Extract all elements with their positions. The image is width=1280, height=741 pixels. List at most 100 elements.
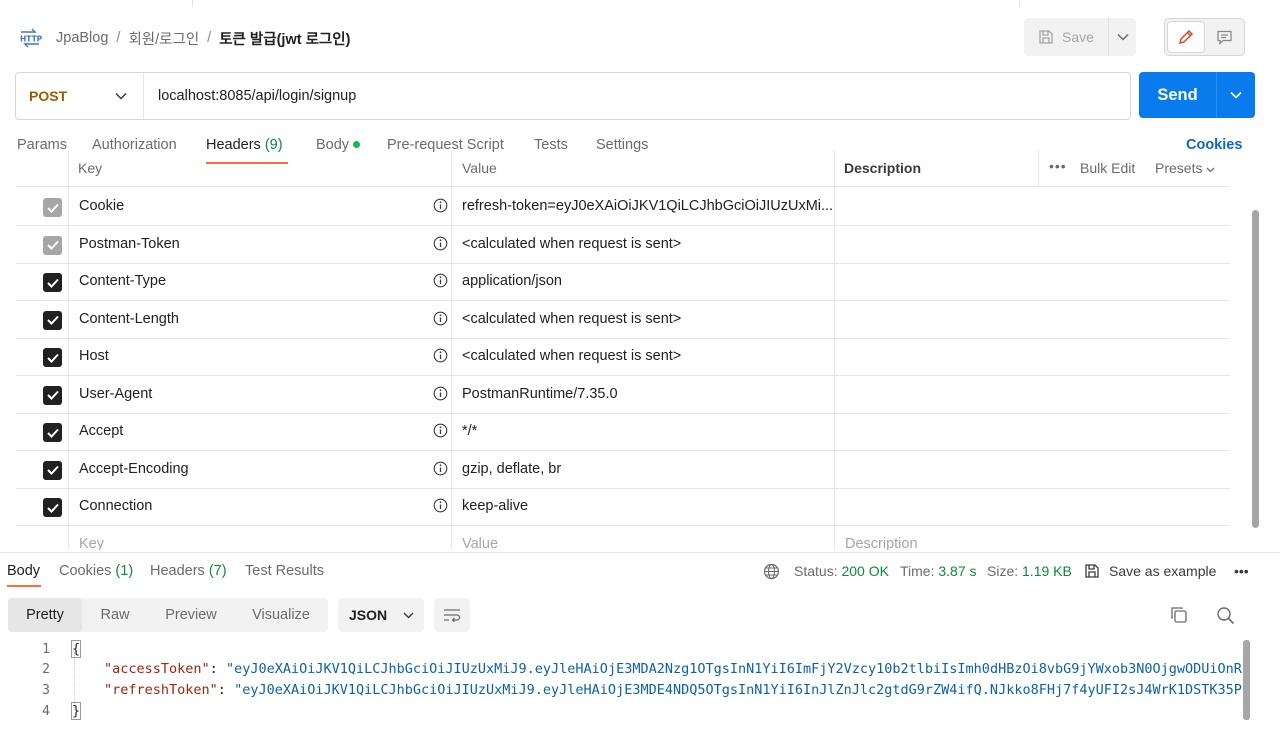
format-preview[interactable]: Preview — [148, 598, 234, 632]
code-scrollbar-thumb[interactable] — [1243, 640, 1250, 720]
scrollbar-thumb[interactable] — [1252, 210, 1259, 528]
more-options-icon[interactable]: ••• — [1234, 563, 1249, 579]
header-key[interactable]: Cookie — [79, 198, 124, 214]
url-input[interactable]: localhost:8085/api/login/signup — [144, 88, 356, 104]
copy-icon[interactable] — [1170, 606, 1188, 624]
row-checkbox[interactable] — [43, 460, 62, 480]
new-value-input[interactable]: Value — [462, 536, 834, 550]
info-icon[interactable] — [433, 311, 448, 326]
response-headers-count: (7) — [208, 563, 227, 579]
format-pretty[interactable]: Pretty — [8, 598, 82, 632]
response-time[interactable]: Time: 3.87 s — [900, 563, 977, 579]
edit-mode-button[interactable] — [1167, 21, 1205, 53]
json-line-refresh-token: "refreshToken": "eyJ0eXAiOiJKV1QiLCJhbGc… — [104, 682, 1242, 698]
request-header: HTTP JpaBlog / 회원/로그인 / 토큰 발급(jwt 로그인) S… — [0, 8, 1280, 66]
row-checkbox[interactable] — [43, 273, 62, 292]
row-checkbox[interactable] — [43, 385, 62, 405]
header-value[interactable]: */* — [462, 423, 834, 439]
table-row: Host <calculated when request is sent> — [16, 338, 1230, 376]
row-checkbox[interactable] — [43, 198, 62, 217]
save-as-example-button[interactable]: Save as example — [1109, 563, 1216, 579]
language-select[interactable]: JSON — [338, 598, 424, 632]
format-visualize[interactable]: Visualize — [234, 598, 328, 632]
search-icon[interactable] — [1216, 606, 1235, 625]
breadcrumb-separator: / — [116, 30, 121, 46]
headers-table: Key Value Description ••• Bulk Edit Pres… — [16, 150, 1230, 550]
response-size[interactable]: Size: 1.19 KB — [987, 563, 1072, 579]
info-icon[interactable] — [433, 461, 448, 476]
bulk-edit-button[interactable]: Bulk Edit — [1080, 160, 1135, 176]
checkmark-icon — [46, 465, 59, 475]
response-tab-headers[interactable]: Headers (7) — [150, 563, 227, 579]
table-row: User-Agent PostmanRuntime/7.35.0 — [16, 376, 1230, 414]
checkmark-icon — [46, 278, 59, 288]
response-status[interactable]: Status: 200 OK — [794, 563, 889, 579]
response-tab-cookies[interactable]: Cookies (1) — [59, 563, 133, 579]
info-icon[interactable] — [433, 423, 448, 438]
language-label: JSON — [349, 607, 388, 623]
row-checkbox[interactable] — [43, 310, 62, 330]
header-key[interactable]: Accept — [79, 423, 123, 439]
info-icon[interactable] — [433, 236, 448, 251]
header-key[interactable]: Content-Type — [79, 273, 166, 289]
response-tab-body[interactable]: Body — [7, 563, 40, 579]
checkmark-icon — [46, 315, 59, 325]
info-icon[interactable] — [433, 348, 448, 363]
globe-icon[interactable] — [763, 563, 780, 580]
row-checkbox[interactable] — [43, 498, 62, 517]
format-raw[interactable]: Raw — [82, 598, 148, 632]
chevron-down-icon — [115, 92, 127, 100]
time-value: 3.87 s — [938, 563, 977, 579]
header-value[interactable]: gzip, deflate, br — [462, 461, 834, 477]
size-label: Size: — [987, 563, 1019, 579]
header-key[interactable]: User-Agent — [79, 386, 152, 402]
breadcrumb-folder[interactable]: 회원/로그인 — [128, 28, 199, 49]
header-key[interactable]: Accept-Encoding — [79, 461, 189, 477]
response-body-editor[interactable]: 1 2 3 4 { "accessToken": "eyJ0eXAiOiJKV1… — [0, 638, 1252, 741]
info-icon[interactable] — [433, 386, 448, 401]
row-checkbox[interactable] — [43, 235, 62, 255]
row-checkbox[interactable] — [43, 423, 62, 442]
time-label: Time: — [900, 563, 935, 579]
top-tab-edge — [192, 0, 1020, 7]
comments-mode-button[interactable] — [1207, 21, 1243, 53]
row-checkbox[interactable] — [43, 348, 62, 367]
save-icon — [1085, 564, 1099, 578]
wrap-lines-button[interactable] — [434, 598, 470, 632]
header-value[interactable]: keep-alive — [462, 498, 834, 514]
checkmark-icon — [46, 353, 59, 363]
info-icon[interactable] — [433, 498, 448, 513]
json-key-access-token: "accessToken" — [104, 661, 210, 677]
new-key-input[interactable]: Key — [79, 536, 104, 550]
table-row: Content-Type application/json — [16, 263, 1230, 301]
header-value[interactable]: refresh-token=eyJ0eXAiOiJKV1QiLCJhbGciOi… — [462, 198, 834, 214]
send-dropdown-button[interactable] — [1216, 72, 1255, 118]
send-button[interactable]: Send — [1139, 72, 1216, 118]
header-value[interactable]: application/json — [462, 273, 834, 289]
table-row: Postman-Token <calculated when request is… — [16, 226, 1230, 264]
response-tab-test-results[interactable]: Test Results — [245, 563, 324, 579]
header-value[interactable]: <calculated when request is sent> — [462, 348, 834, 364]
request-title[interactable]: 토큰 발급(jwt 로그인) — [219, 28, 350, 49]
chevron-down-icon — [1206, 167, 1215, 173]
new-description-input[interactable]: Description — [845, 536, 1217, 550]
header-key[interactable]: Host — [79, 348, 109, 364]
header-value[interactable]: PostmanRuntime/7.35.0 — [462, 386, 834, 402]
header-value[interactable]: <calculated when request is sent> — [462, 236, 834, 252]
header-key[interactable]: Postman-Token — [79, 236, 180, 252]
body-indicator-dot — [353, 140, 361, 148]
size-value: 1.19 KB — [1022, 563, 1072, 579]
header-key[interactable]: Content-Length — [79, 311, 179, 327]
scrollbar[interactable] — [1248, 150, 1262, 550]
active-response-tab-indicator — [7, 585, 41, 587]
presets-dropdown[interactable]: Presets — [1155, 160, 1215, 176]
more-options-icon[interactable]: ••• — [1049, 158, 1067, 174]
save-button[interactable]: Save — [1024, 18, 1108, 56]
method-select[interactable]: POST — [16, 73, 144, 119]
header-value[interactable]: <calculated when request is sent> — [462, 311, 834, 327]
breadcrumb-collection[interactable]: JpaBlog — [56, 30, 108, 46]
header-key[interactable]: Connection — [79, 498, 152, 514]
save-dropdown-button[interactable] — [1108, 18, 1136, 56]
info-icon[interactable] — [433, 198, 448, 213]
info-icon[interactable] — [433, 273, 448, 288]
